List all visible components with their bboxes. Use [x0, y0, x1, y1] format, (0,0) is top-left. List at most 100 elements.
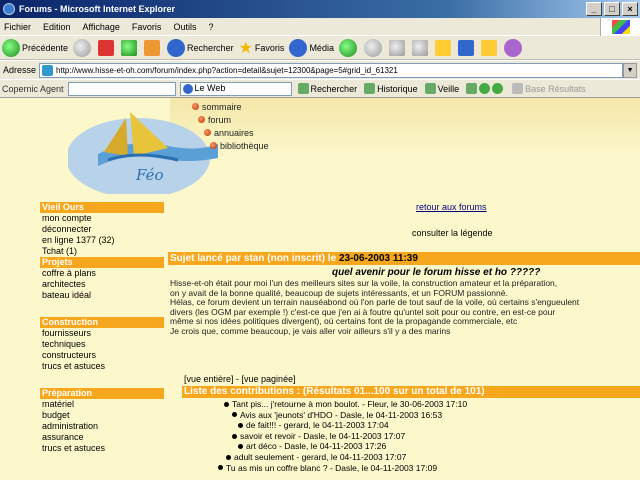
copernic-history-button[interactable]: Historique [364, 83, 418, 94]
copernic-find-button[interactable]: Rechercher [297, 83, 357, 94]
list-item[interactable]: de fait!!! - gerard, le 04-11-2003 17:04 [182, 420, 640, 431]
post-line: Hisse-et-oh était pour moi l'un des meil… [170, 279, 558, 288]
sidebar-item-tips-preparation[interactable]: trucs et astuces [40, 443, 164, 454]
list-item[interactable]: art déco - Dasle, le 04-11-2003 17:26 [182, 441, 640, 452]
star-icon: ★ [238, 39, 253, 57]
view-options: [vue entière] - [vue paginée] [184, 374, 296, 384]
windows-flag-icon [600, 18, 640, 36]
stop-button[interactable] [98, 39, 116, 56]
sidebar-item-administration[interactable]: administration [40, 421, 164, 432]
menu-view[interactable]: Affichage [83, 22, 120, 32]
media-label: Média [309, 42, 334, 53]
mascot-icon [503, 38, 522, 57]
back-button[interactable]: Précédente [2, 38, 69, 57]
home-button[interactable] [144, 39, 162, 56]
search-button[interactable]: Rechercher [167, 38, 234, 57]
contributions-header: Liste des contributions : (Résultats 01.… [182, 386, 640, 398]
print-button[interactable] [388, 39, 407, 56]
forward-button[interactable] [73, 38, 93, 57]
sidebar-item-builders[interactable]: constructeurs [40, 350, 164, 361]
mail-button[interactable] [363, 38, 384, 57]
sidebar-head-preparation: Préparation [40, 388, 164, 399]
printer-icon [388, 39, 405, 56]
stop-icon [98, 39, 115, 56]
back-label: Précédente [22, 42, 69, 53]
subject-header: Sujet lancé par stan (non inscrit) le 23… [168, 252, 640, 265]
minimize-button[interactable]: _ [586, 2, 602, 16]
research-button[interactable] [480, 39, 499, 56]
sidebar-item-equipment[interactable]: matériel [40, 399, 164, 410]
view-paged-link[interactable]: [vue paginée] [242, 374, 296, 384]
sidebar-item-plans[interactable]: coffre à plans [40, 268, 164, 279]
sidebar-item-online[interactable]: en ligne 1377 (32) [40, 235, 164, 246]
window-title: Forums - Microsoft Internet Explorer [19, 4, 176, 14]
sidebar-item-tips-construction[interactable]: trucs et astuces [40, 361, 164, 372]
toolbar: Précédente Rechercher ★ Favoris Média [0, 36, 640, 60]
mascot-button[interactable] [503, 38, 524, 57]
sidebar-item-techniques[interactable]: techniques [40, 339, 164, 350]
refresh-icon [121, 39, 138, 56]
copernic-toolbar: Copernic Agent Le Web Rechercher Histori… [0, 80, 640, 98]
address-dropdown-icon[interactable]: ▼ [623, 62, 638, 78]
sidebar-item-logout[interactable]: déconnecter [40, 224, 164, 235]
discuss-icon [434, 39, 451, 56]
post-line: même si nos idées politiques divergent),… [170, 317, 518, 327]
list-item[interactable]: Tant pis... j'retourne à mon boulot. - F… [182, 399, 640, 410]
list-item[interactable]: Avis aux 'jeunots' d'HDO - Dasle, le 04-… [182, 410, 640, 421]
subject-date: 23-06-2003 11:39 [338, 253, 418, 264]
copernic-search-input[interactable] [67, 81, 176, 96]
menu-edit[interactable]: Edition [43, 22, 71, 32]
sidebar-item-insurance[interactable]: assurance [40, 432, 164, 443]
favorites-label: Favoris [254, 42, 285, 53]
sidebar-item-ideal-boat[interactable]: bateau idéal [40, 290, 164, 301]
list-item[interactable]: savoir et revoir - Dasle, le 04-11-2003 … [182, 431, 640, 442]
media-button[interactable]: Média [289, 38, 334, 57]
favorites-button[interactable]: ★ Favoris [239, 38, 285, 58]
list-item[interactable]: adult seulement - gerard, le 04-11-2003 … [182, 452, 640, 463]
address-bar: Adresse http://www.hisse-et-oh.com/forum… [0, 61, 640, 79]
messenger-button[interactable] [457, 39, 476, 56]
sidebar-item-chat[interactable]: Tchat (1) [40, 246, 164, 257]
address-input[interactable]: http://www.hisse-et-oh.com/forum/index.p… [39, 62, 624, 78]
messenger-icon [457, 39, 474, 56]
copernic-watch-button[interactable]: Veille [424, 83, 459, 94]
menu-tools[interactable]: Outils [173, 22, 196, 32]
refresh-button[interactable] [121, 39, 139, 56]
post-line: Hélas, ce forum devient un terrain nausé… [170, 298, 580, 308]
menu-file[interactable]: Fichier [4, 22, 31, 32]
main-content: retour aux forums consulter la légende S… [168, 98, 640, 480]
address-label: Adresse [3, 65, 37, 75]
post-line: on y avait de la bonne qualité, beaucoup… [170, 288, 508, 298]
sidebar-item-suppliers[interactable]: fournisseurs [40, 328, 164, 339]
search-icon [167, 38, 186, 57]
sidebar-item-architects[interactable]: architectes [40, 279, 164, 290]
legend-link[interactable]: consulter la légende [412, 228, 493, 238]
back-to-forums-link[interactable]: retour aux forums [416, 202, 487, 212]
history-button[interactable] [338, 38, 359, 57]
search-label: Rechercher [187, 42, 234, 53]
post-body: Hisse-et-oh était pour moi l'un des meil… [170, 279, 640, 337]
history-icon [338, 38, 357, 57]
edit-button[interactable] [411, 39, 430, 56]
title-bar: Forums - Microsoft Internet Explorer _ □… [0, 0, 640, 18]
discuss-button[interactable] [434, 39, 453, 56]
maximize-button[interactable]: □ [604, 2, 620, 16]
subject-title: quel avenir pour le forum hisse et ho ??… [332, 267, 541, 278]
engine-select[interactable]: Le Web [179, 81, 292, 96]
ie-icon [3, 3, 15, 15]
copernic-nav-buttons[interactable] [466, 83, 505, 94]
close-button[interactable]: × [622, 2, 638, 16]
sidebar-head-projects: Projets [40, 257, 164, 268]
find-icon [297, 83, 309, 94]
sidebar-item-account[interactable]: mon compte [40, 213, 164, 224]
menu-favorites[interactable]: Favoris [132, 22, 162, 32]
home-icon [144, 39, 161, 56]
sidebar-item-budget[interactable]: budget [40, 410, 164, 421]
page-content: Féo sommaire forum annuaires bibliothèqu… [0, 98, 640, 480]
back-arrow-icon [2, 38, 20, 57]
list-item[interactable]: Tu as mis un coffre blanc ? - Dasle, le … [182, 463, 640, 474]
view-full-link[interactable]: [vue entière] [184, 374, 234, 384]
menu-help[interactable]: ? [208, 22, 213, 32]
copernic-results-button[interactable]: Base Résultats [512, 83, 586, 94]
forward-arrow-icon [73, 38, 92, 57]
